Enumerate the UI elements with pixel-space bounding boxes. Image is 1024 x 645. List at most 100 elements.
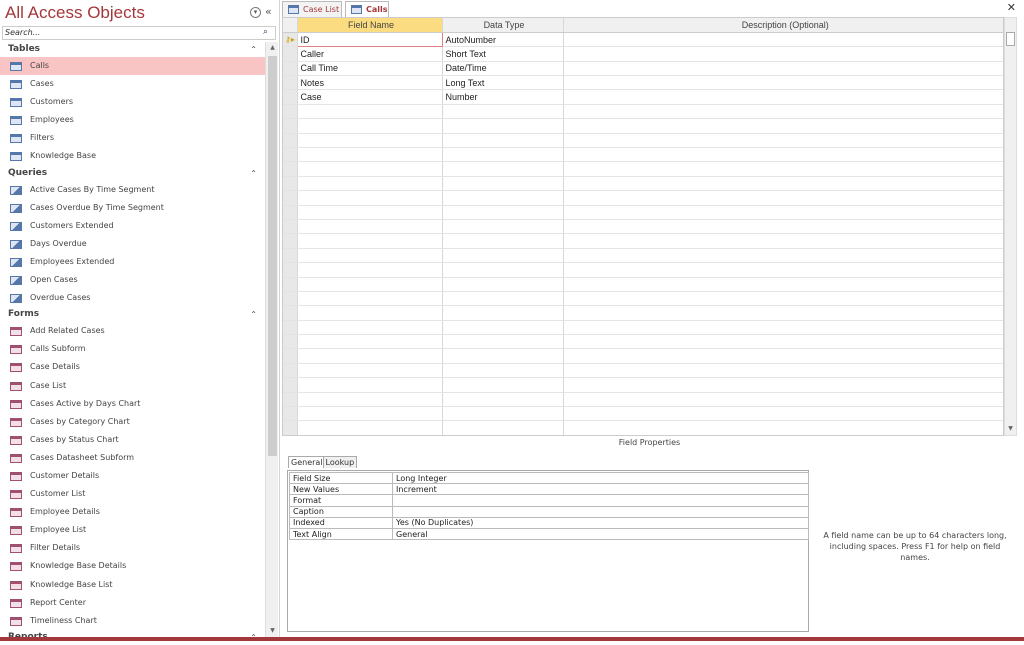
row-selector[interactable] bbox=[283, 406, 298, 422]
grid-scrollbar[interactable]: ▼ bbox=[1004, 17, 1017, 436]
nav-item[interactable]: Days Overdue bbox=[0, 235, 265, 253]
data-type-cell[interactable] bbox=[442, 190, 564, 206]
description-cell[interactable] bbox=[563, 348, 1003, 364]
nav-item[interactable]: Employee List bbox=[0, 521, 265, 539]
data-type-cell[interactable] bbox=[442, 377, 564, 393]
row-selector[interactable]: ⚷▸ bbox=[283, 32, 298, 48]
field-name-cell[interactable] bbox=[297, 133, 443, 149]
scroll-thumb[interactable] bbox=[1006, 32, 1015, 46]
field-row[interactable] bbox=[283, 262, 1003, 278]
nav-item[interactable]: Open Cases bbox=[0, 271, 265, 289]
field-name-cell[interactable] bbox=[297, 334, 443, 350]
field-name-cell[interactable] bbox=[297, 320, 443, 336]
field-row[interactable] bbox=[283, 363, 1003, 379]
field-name-cell[interactable] bbox=[297, 406, 443, 422]
description-cell[interactable] bbox=[563, 363, 1003, 379]
nav-item[interactable]: Filter Details bbox=[0, 539, 265, 557]
field-row[interactable]: ⚷▸ ID AutoNumber bbox=[283, 31, 1003, 48]
property-value[interactable] bbox=[392, 505, 809, 518]
row-selector[interactable] bbox=[283, 392, 298, 408]
property-row[interactable]: Indexed Yes (No Duplicates) bbox=[289, 516, 809, 529]
row-selector[interactable] bbox=[283, 305, 298, 321]
tab-general[interactable]: General bbox=[288, 456, 326, 468]
nav-item[interactable]: Cases by Category Chart bbox=[0, 413, 265, 431]
data-type-cell[interactable] bbox=[442, 291, 564, 307]
description-cell[interactable] bbox=[563, 277, 1003, 292]
tab-lookup[interactable]: Lookup bbox=[322, 456, 358, 468]
property-value[interactable]: Yes (No Duplicates) bbox=[392, 516, 809, 529]
field-name-cell[interactable]: Caller bbox=[297, 46, 443, 62]
nav-item[interactable]: Cases bbox=[0, 75, 265, 93]
row-selector[interactable] bbox=[283, 61, 298, 77]
field-row[interactable] bbox=[283, 291, 1003, 307]
nav-item[interactable]: Knowledge Base bbox=[0, 147, 265, 165]
field-name-cell[interactable] bbox=[297, 205, 443, 220]
row-selector[interactable] bbox=[283, 291, 298, 307]
nav-item[interactable]: Customer List bbox=[0, 485, 265, 503]
description-cell[interactable] bbox=[563, 377, 1003, 393]
data-type-cell[interactable] bbox=[442, 147, 564, 163]
field-name-cell[interactable] bbox=[297, 118, 443, 134]
data-type-cell[interactable] bbox=[442, 392, 564, 408]
property-row[interactable]: New Values Increment bbox=[289, 483, 809, 496]
nav-scrollbar[interactable]: ▲ ▼ bbox=[265, 42, 278, 637]
description-cell[interactable] bbox=[563, 176, 1003, 192]
row-selector[interactable] bbox=[283, 262, 298, 278]
data-type-cell[interactable]: Number bbox=[442, 89, 564, 105]
description-cell[interactable] bbox=[563, 89, 1003, 105]
field-row[interactable] bbox=[283, 176, 1003, 192]
field-name-cell[interactable] bbox=[297, 305, 443, 321]
description-cell[interactable] bbox=[563, 320, 1003, 336]
field-row[interactable] bbox=[283, 133, 1003, 149]
row-selector[interactable] bbox=[283, 190, 298, 206]
field-row[interactable] bbox=[283, 334, 1003, 350]
row-selector[interactable] bbox=[283, 89, 298, 105]
row-selector[interactable] bbox=[283, 147, 298, 163]
field-row[interactable] bbox=[283, 392, 1003, 408]
search-input[interactable]: Search... bbox=[2, 26, 276, 40]
collapse-group-icon[interactable]: ⌃ bbox=[250, 166, 257, 181]
data-type-cell[interactable] bbox=[442, 420, 564, 435]
nav-item[interactable]: Calls bbox=[0, 57, 265, 76]
tab-case-list[interactable]: Case List bbox=[282, 1, 342, 17]
field-name-cell[interactable] bbox=[297, 176, 443, 192]
description-cell[interactable] bbox=[563, 46, 1003, 62]
field-row[interactable]: Call Time Date/Time bbox=[283, 61, 1003, 77]
row-selector[interactable] bbox=[283, 46, 298, 62]
data-type-cell[interactable] bbox=[442, 262, 564, 278]
nav-item[interactable]: Customers Extended bbox=[0, 217, 265, 235]
field-name-cell[interactable] bbox=[297, 161, 443, 177]
field-row[interactable] bbox=[283, 277, 1003, 292]
data-type-cell[interactable] bbox=[442, 320, 564, 336]
nav-item[interactable]: Filters bbox=[0, 129, 265, 147]
select-all[interactable] bbox=[283, 18, 298, 33]
row-selector[interactable] bbox=[283, 161, 298, 177]
group-header-queries[interactable]: Queries ⌃ bbox=[0, 166, 265, 181]
description-cell[interactable] bbox=[563, 406, 1003, 422]
description-cell[interactable] bbox=[563, 248, 1003, 264]
field-name-cell[interactable]: Notes bbox=[297, 75, 443, 91]
description-cell[interactable] bbox=[563, 104, 1003, 120]
row-selector[interactable] bbox=[283, 363, 298, 379]
field-name-cell[interactable] bbox=[297, 104, 443, 120]
property-value[interactable]: Long Integer bbox=[392, 471, 809, 485]
group-header-forms[interactable]: Forms ⌃ bbox=[0, 307, 265, 322]
field-row[interactable]: Notes Long Text bbox=[283, 75, 1003, 91]
field-name-cell[interactable]: Case bbox=[297, 89, 443, 105]
property-row[interactable]: Caption bbox=[289, 505, 809, 518]
row-selector[interactable] bbox=[283, 420, 298, 435]
row-selector[interactable] bbox=[283, 277, 298, 292]
row-selector[interactable] bbox=[283, 377, 298, 393]
nav-item[interactable]: Calls Subform bbox=[0, 340, 265, 358]
description-cell[interactable] bbox=[563, 291, 1003, 307]
nav-item[interactable]: Timeliness Chart bbox=[0, 612, 265, 630]
description-cell[interactable] bbox=[563, 190, 1003, 206]
description-cell[interactable] bbox=[563, 147, 1003, 163]
nav-item[interactable]: Knowledge Base List bbox=[0, 576, 265, 594]
row-selector[interactable] bbox=[283, 320, 298, 336]
nav-item[interactable]: Case List bbox=[0, 377, 265, 395]
row-selector[interactable] bbox=[283, 248, 298, 264]
field-name-cell[interactable] bbox=[297, 277, 443, 292]
field-row[interactable] bbox=[283, 118, 1003, 134]
collapse-group-icon[interactable]: ⌃ bbox=[250, 307, 257, 322]
